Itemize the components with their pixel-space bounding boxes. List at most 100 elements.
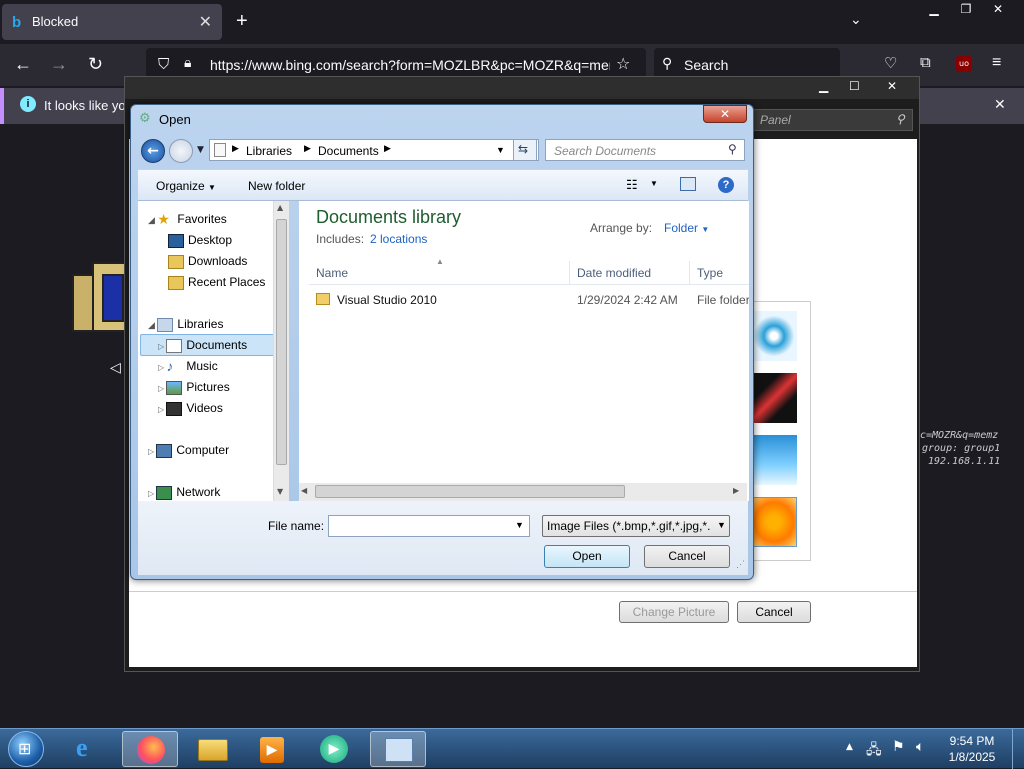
clock[interactable]: 9:54 PM 1/8/2025	[940, 733, 1004, 765]
back-icon[interactable]: ←	[14, 54, 32, 75]
nav-music[interactable]: ▷ ♪ Music	[158, 356, 218, 376]
picture-thumb-flower[interactable]	[751, 497, 797, 547]
show-desktop-button[interactable]	[1012, 729, 1024, 769]
breadcrumb-libraries[interactable]: Libraries	[246, 144, 292, 158]
picture-thumb-pinwheel[interactable]	[751, 311, 797, 361]
nav-libraries[interactable]: ◢ Libraries	[148, 314, 223, 334]
recent-places-icon	[168, 275, 184, 290]
file-name-input[interactable]: ▼	[328, 515, 530, 537]
taskbar-app[interactable]: ▶	[306, 731, 362, 767]
new-tab-icon[interactable]: +	[236, 10, 248, 33]
bg-cancel-button[interactable]: Cancel	[737, 601, 811, 623]
scroll-left-icon[interactable]: ◀	[301, 486, 307, 495]
picture-thumb-boat[interactable]	[751, 435, 797, 485]
url-text[interactable]: https://www.bing.com/search?form=MOZLBR&…	[210, 57, 610, 73]
nav-desktop-label: Desktop	[188, 233, 233, 247]
picture-thumb-crane[interactable]	[751, 373, 797, 423]
close-tab-icon[interactable]: ✕	[199, 12, 212, 32]
column-date-modified[interactable]: Date modified	[577, 266, 651, 280]
new-folder-button[interactable]: New folder	[248, 179, 305, 193]
breadcrumb-separator-icon[interactable]: ▶	[304, 143, 311, 154]
forward-button[interactable]	[169, 139, 193, 163]
column-type[interactable]: Type	[697, 266, 723, 280]
nav-pictures-label: Pictures	[186, 380, 230, 394]
address-bar[interactable]: ▶ Libraries ▶ Documents ▶ ▼	[209, 139, 539, 161]
file-row[interactable]: Visual Studio 2010 1/29/2024 2:42 AM Fil…	[309, 289, 749, 311]
lock-icon[interactable]: 🔒︎	[184, 55, 191, 71]
close-info-icon[interactable]: ✕	[994, 96, 1006, 113]
organize-button[interactable]: Organize ▼	[156, 179, 216, 193]
browser-tab[interactable]: b Blocked ✕	[2, 4, 222, 40]
volume-muted-icon[interactable]: 🔈︎	[916, 739, 924, 755]
dropdown-arrow-icon: ▼	[701, 225, 710, 234]
show-hidden-icons[interactable]: ▲	[846, 742, 853, 752]
reload-icon[interactable]: ↻	[88, 54, 103, 75]
scroll-down-icon[interactable]: ▼	[277, 487, 283, 496]
nav-network[interactable]: ▷ Network	[148, 482, 220, 502]
recent-pages-icon[interactable]: ▼	[197, 145, 204, 155]
nav-scroll-thumb[interactable]	[276, 219, 287, 465]
column-name[interactable]: Name	[316, 266, 348, 280]
nav-favorites[interactable]: ◢ ★ Favorites	[148, 209, 227, 229]
list-tabs-icon[interactable]: ⌄	[850, 12, 862, 28]
bg-maximize-icon[interactable]: ☐	[849, 79, 860, 93]
bg-close-icon[interactable]: ✕	[887, 79, 897, 93]
menu-icon[interactable]: ≡	[992, 54, 1001, 72]
nav-downloads[interactable]: Downloads	[168, 251, 247, 271]
dialog-close-button[interactable]: ✕	[703, 105, 747, 123]
taskbar-explorer[interactable]	[184, 731, 240, 767]
address-dropdown-icon[interactable]: ▼	[496, 145, 505, 155]
minimize-icon[interactable]: ▁	[918, 0, 950, 18]
ublock-icon[interactable]: uo	[956, 56, 972, 72]
search-documents-input[interactable]: Search Documents ⚲	[545, 139, 745, 161]
scroll-up-icon[interactable]: ▲	[277, 203, 283, 212]
bg-minimize-icon[interactable]: ▁	[819, 79, 828, 93]
file-name-dropdown-icon[interactable]: ▼	[515, 520, 524, 530]
file-type-filter-select[interactable]: Image Files (*.bmp,*.gif,*.jpg,*. ▼	[542, 515, 730, 537]
forward-icon[interactable]: →	[50, 54, 68, 75]
tracking-shield-icon[interactable]: ⛉	[158, 55, 169, 73]
help-icon[interactable]: ?	[718, 177, 734, 193]
nav-desktop[interactable]: Desktop	[168, 230, 232, 250]
breadcrumb-separator-icon[interactable]: ▶	[384, 143, 391, 154]
pocket-icon[interactable]: ♡	[884, 54, 897, 72]
refresh-button[interactable]: ⇆	[513, 139, 537, 161]
open-button[interactable]: Open	[544, 545, 630, 568]
resize-grip-icon[interactable]: ⋰	[736, 559, 745, 570]
file-list-hscrollbar[interactable]: ◀ ▶	[299, 483, 747, 501]
nav-documents[interactable]: ▷ Documents	[158, 335, 247, 355]
taskbar-media-player[interactable]: ▶	[244, 731, 300, 767]
navigation-scrollbar[interactable]: ▲ ▼	[273, 201, 289, 501]
nav-computer[interactable]: ▷ Computer	[148, 440, 229, 460]
extensions-icon[interactable]: ⧉	[920, 54, 931, 71]
change-picture-button[interactable]: Change Picture	[619, 601, 729, 623]
network-tray-icon[interactable]: 🖧︎	[866, 739, 882, 763]
column-divider[interactable]	[569, 261, 570, 285]
taskbar-control-panel[interactable]	[370, 731, 426, 767]
taskbar-firefox[interactable]	[122, 731, 178, 767]
arrange-by-dropdown[interactable]: Folder ▼	[664, 221, 709, 235]
breadcrumb-documents[interactable]: Documents	[318, 144, 379, 158]
close-window-icon[interactable]: ✕	[982, 0, 1014, 18]
restore-icon[interactable]: ❐	[950, 0, 982, 18]
includes-locations-link[interactable]: 2 locations	[370, 232, 427, 246]
nav-pictures[interactable]: ▷ Pictures	[158, 377, 230, 397]
preview-pane-icon[interactable]	[680, 177, 696, 191]
column-divider[interactable]	[689, 261, 690, 285]
start-button[interactable]: ⊞	[8, 731, 44, 767]
bookmark-star-icon[interactable]: ☆	[616, 54, 630, 73]
cancel-button[interactable]: Cancel	[644, 545, 730, 568]
back-button[interactable]: ←	[141, 139, 165, 163]
taskbar-ie[interactable]: e	[62, 731, 118, 767]
bg-search-box[interactable]: Panel ⚲	[751, 109, 913, 131]
firefox-icon	[137, 736, 165, 764]
scroll-right-icon[interactable]: ▶	[733, 486, 739, 495]
documents-icon	[166, 338, 183, 353]
organize-label: Organize	[156, 179, 205, 193]
nav-recent-places[interactable]: Recent Places	[168, 272, 265, 292]
action-center-flag-icon[interactable]: ⚑	[892, 739, 905, 755]
view-dropdown-icon[interactable]: ▼	[650, 179, 658, 188]
nav-videos[interactable]: ▷ Videos	[158, 398, 223, 418]
view-options-icon[interactable]: ☷	[626, 177, 638, 193]
hscroll-thumb[interactable]	[315, 485, 625, 498]
